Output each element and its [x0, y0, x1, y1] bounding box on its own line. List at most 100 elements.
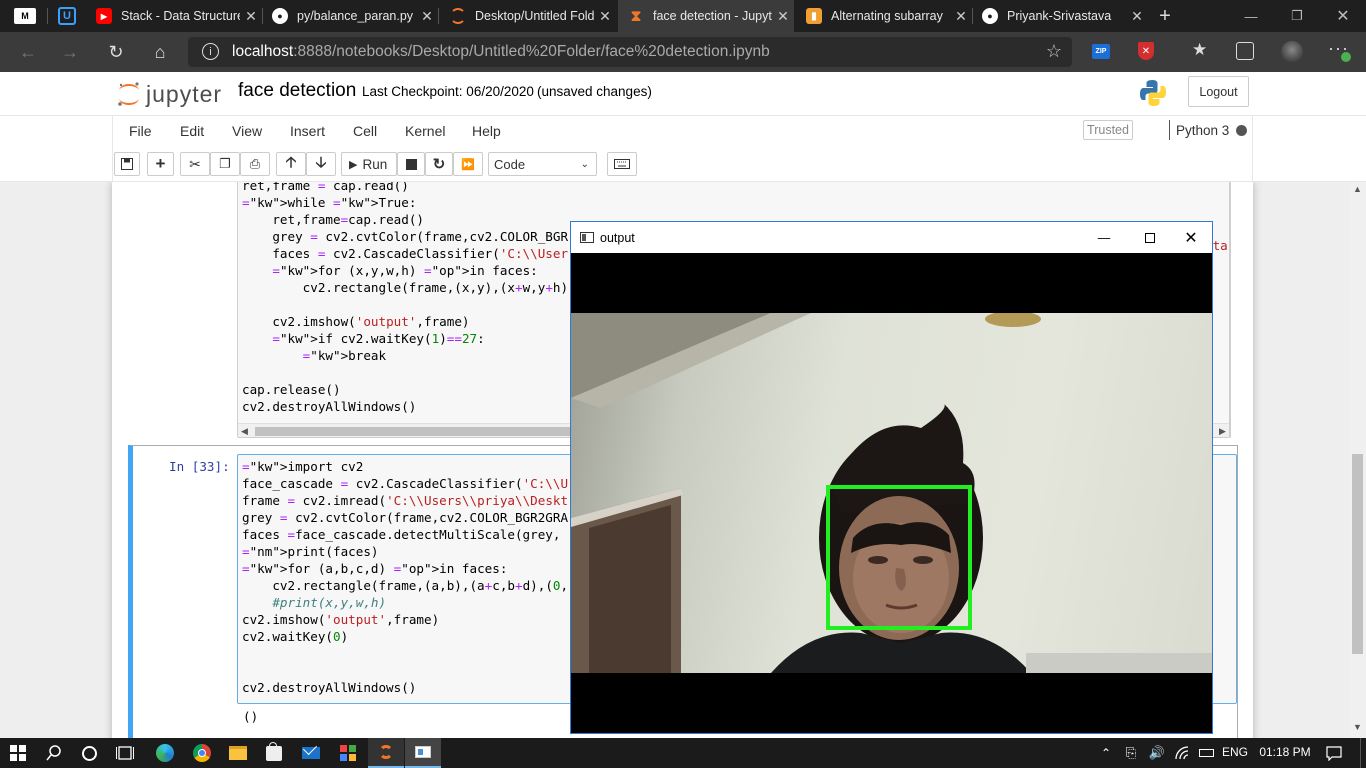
file-explorer-icon[interactable]	[220, 738, 256, 768]
chrome-icon[interactable]	[184, 738, 220, 768]
cortana-icon[interactable]	[71, 738, 107, 768]
task-view-icon[interactable]	[107, 738, 143, 768]
browser-tab[interactable]: ▮ Alternating subarray ✕	[796, 0, 972, 32]
close-tab-icon[interactable]: ✕	[950, 8, 972, 25]
restart-run-all-button[interactable]: ⏩	[453, 152, 483, 176]
restore-window-button[interactable]: ❐	[1274, 0, 1320, 32]
opencv-window-taskbar-icon[interactable]	[405, 738, 441, 768]
output-minimize-button[interactable]: —	[1081, 222, 1127, 253]
bookmark-star-icon[interactable]: ☆	[1046, 41, 1062, 62]
code-line: cv2.destroyAllWindows()	[242, 680, 417, 695]
profile-avatar[interactable]	[1281, 41, 1303, 63]
reload-icon[interactable]: ↻	[96, 32, 136, 72]
browser-tab[interactable]: ▶ Stack - Data Structure ✕	[86, 0, 262, 32]
menu-help[interactable]: Help	[472, 123, 501, 139]
mail-icon[interactable]	[293, 738, 329, 768]
back-icon[interactable]: ←	[8, 32, 48, 72]
menu-kernel[interactable]: Kernel	[405, 123, 445, 139]
device-icon[interactable]: ⎘	[1118, 738, 1144, 768]
close-tab-icon[interactable]: ✕	[594, 8, 616, 25]
code-line: cv2.imshow('output',frame)	[242, 612, 440, 627]
app-menu-icon[interactable]: M	[14, 8, 36, 24]
store-icon[interactable]	[256, 738, 292, 768]
zip-extension-icon[interactable]: ZIP	[1092, 44, 1110, 59]
browser-tab[interactable]: ● Priyank-Srivastava ✕	[972, 0, 1148, 32]
browser-tab[interactable]: Desktop/Untitled Folder ✕	[440, 0, 616, 32]
pinned-tab-icon[interactable]: U	[58, 7, 76, 25]
code-editor[interactable]: ="kw">import cv2 face_cascade = cv2.Casca…	[242, 458, 568, 696]
close-tab-icon[interactable]: ✕	[240, 8, 262, 25]
command-palette-button[interactable]	[607, 152, 637, 176]
volume-icon[interactable]: 🔊	[1144, 738, 1170, 768]
interrupt-button[interactable]	[397, 152, 425, 176]
show-desktop-button[interactable]	[1360, 738, 1366, 768]
search-icon[interactable]	[36, 738, 72, 768]
menu-view[interactable]: View	[232, 123, 262, 139]
scroll-right-icon[interactable]: ▶	[1219, 426, 1226, 437]
output-close-button[interactable]: ✕	[1168, 222, 1214, 253]
close-tab-icon[interactable]: ✕	[416, 8, 438, 25]
browser-tab[interactable]: ● py/balance_paran.py ✕	[262, 0, 438, 32]
page-vertical-scrollbar[interactable]: ▲ ▼	[1349, 182, 1366, 738]
move-up-button[interactable]: 🡡	[276, 152, 306, 176]
logout-button[interactable]: Logout	[1188, 76, 1249, 107]
office-apps-icon[interactable]	[330, 738, 366, 768]
jupyter-taskbar-icon[interactable]	[368, 738, 404, 768]
site-info-icon[interactable]: i	[202, 43, 219, 60]
menu-edit[interactable]: Edit	[180, 123, 204, 139]
code-line: face_cascade = cv2.CascadeClassifier('C:…	[242, 476, 569, 491]
trusted-indicator[interactable]: Trusted	[1083, 120, 1133, 140]
menu-cell[interactable]: Cell	[353, 123, 377, 139]
system-clock[interactable]: 01:18 PM	[1257, 745, 1313, 759]
new-tab-button[interactable]: +	[1150, 0, 1180, 32]
jupyter-logo[interactable]: jupyter	[116, 78, 222, 110]
fast-forward-icon: ⏩	[461, 158, 475, 171]
opencv-output-window[interactable]: output — ✕	[570, 221, 1213, 734]
battery-icon[interactable]	[1194, 738, 1218, 768]
save-button[interactable]	[114, 152, 140, 176]
home-icon[interactable]: ⌂	[140, 32, 180, 72]
input-language[interactable]: ENG	[1222, 745, 1248, 759]
code-editor[interactable]: ret,frame = cap.read() ="kw">while ="kw">…	[242, 182, 568, 415]
minimize-window-button[interactable]: —	[1228, 0, 1274, 32]
collections-icon[interactable]	[1236, 42, 1254, 60]
scroll-thumb[interactable]	[255, 427, 595, 436]
move-down-button[interactable]: 🡣	[306, 152, 336, 176]
cell-type-select[interactable]: Code ⌄	[488, 152, 597, 176]
menu-file[interactable]: File	[129, 123, 152, 139]
close-tab-icon[interactable]: ✕	[1126, 8, 1148, 25]
edge-browser-icon[interactable]	[147, 738, 183, 768]
github-icon: ●	[272, 8, 288, 24]
menu-insert[interactable]: Insert	[290, 123, 325, 139]
notebook-name[interactable]: face detection	[238, 80, 356, 102]
tab-title: Desktop/Untitled Folder	[475, 9, 594, 23]
code-line: faces =face_cascade.detectMultiScale(gre…	[242, 527, 569, 542]
show-hidden-icons-chevron[interactable]: ⌃	[1094, 738, 1118, 768]
wifi-icon[interactable]	[1170, 738, 1194, 768]
insert-cell-button[interactable]: +	[147, 152, 174, 176]
save-icon	[121, 158, 133, 170]
run-button[interactable]: ▶ Run	[341, 152, 397, 176]
scroll-up-icon[interactable]: ▲	[1353, 184, 1362, 194]
tab-separator	[438, 8, 439, 24]
copy-button[interactable]: ❐	[210, 152, 240, 176]
paste-button[interactable]: ⎙	[240, 152, 270, 176]
scroll-thumb[interactable]	[1352, 454, 1363, 654]
cut-button[interactable]: ✂	[180, 152, 210, 176]
close-tab-icon[interactable]: ✕	[772, 8, 794, 25]
favorites-icon[interactable]: ★	[1192, 40, 1207, 60]
restart-button[interactable]: ↻	[425, 152, 453, 176]
output-window-titlebar[interactable]: output — ✕	[571, 222, 1212, 253]
browser-tab[interactable]: ⧗ face detection - Jupyter ✕	[618, 0, 794, 32]
scroll-down-icon[interactable]: ▼	[1353, 722, 1362, 732]
scroll-left-icon[interactable]: ◀	[241, 426, 248, 437]
address-bar[interactable]: i localhost:8888/notebooks/Desktop/Untit…	[188, 37, 1072, 67]
output-maximize-button[interactable]	[1127, 222, 1173, 253]
shield-extension-icon[interactable]: ✕	[1138, 42, 1154, 60]
notifications-icon[interactable]	[1320, 738, 1348, 768]
windows-start-icon[interactable]	[0, 738, 36, 768]
close-window-button[interactable]: ✕	[1320, 0, 1366, 32]
forward-icon[interactable]: →	[50, 32, 90, 72]
